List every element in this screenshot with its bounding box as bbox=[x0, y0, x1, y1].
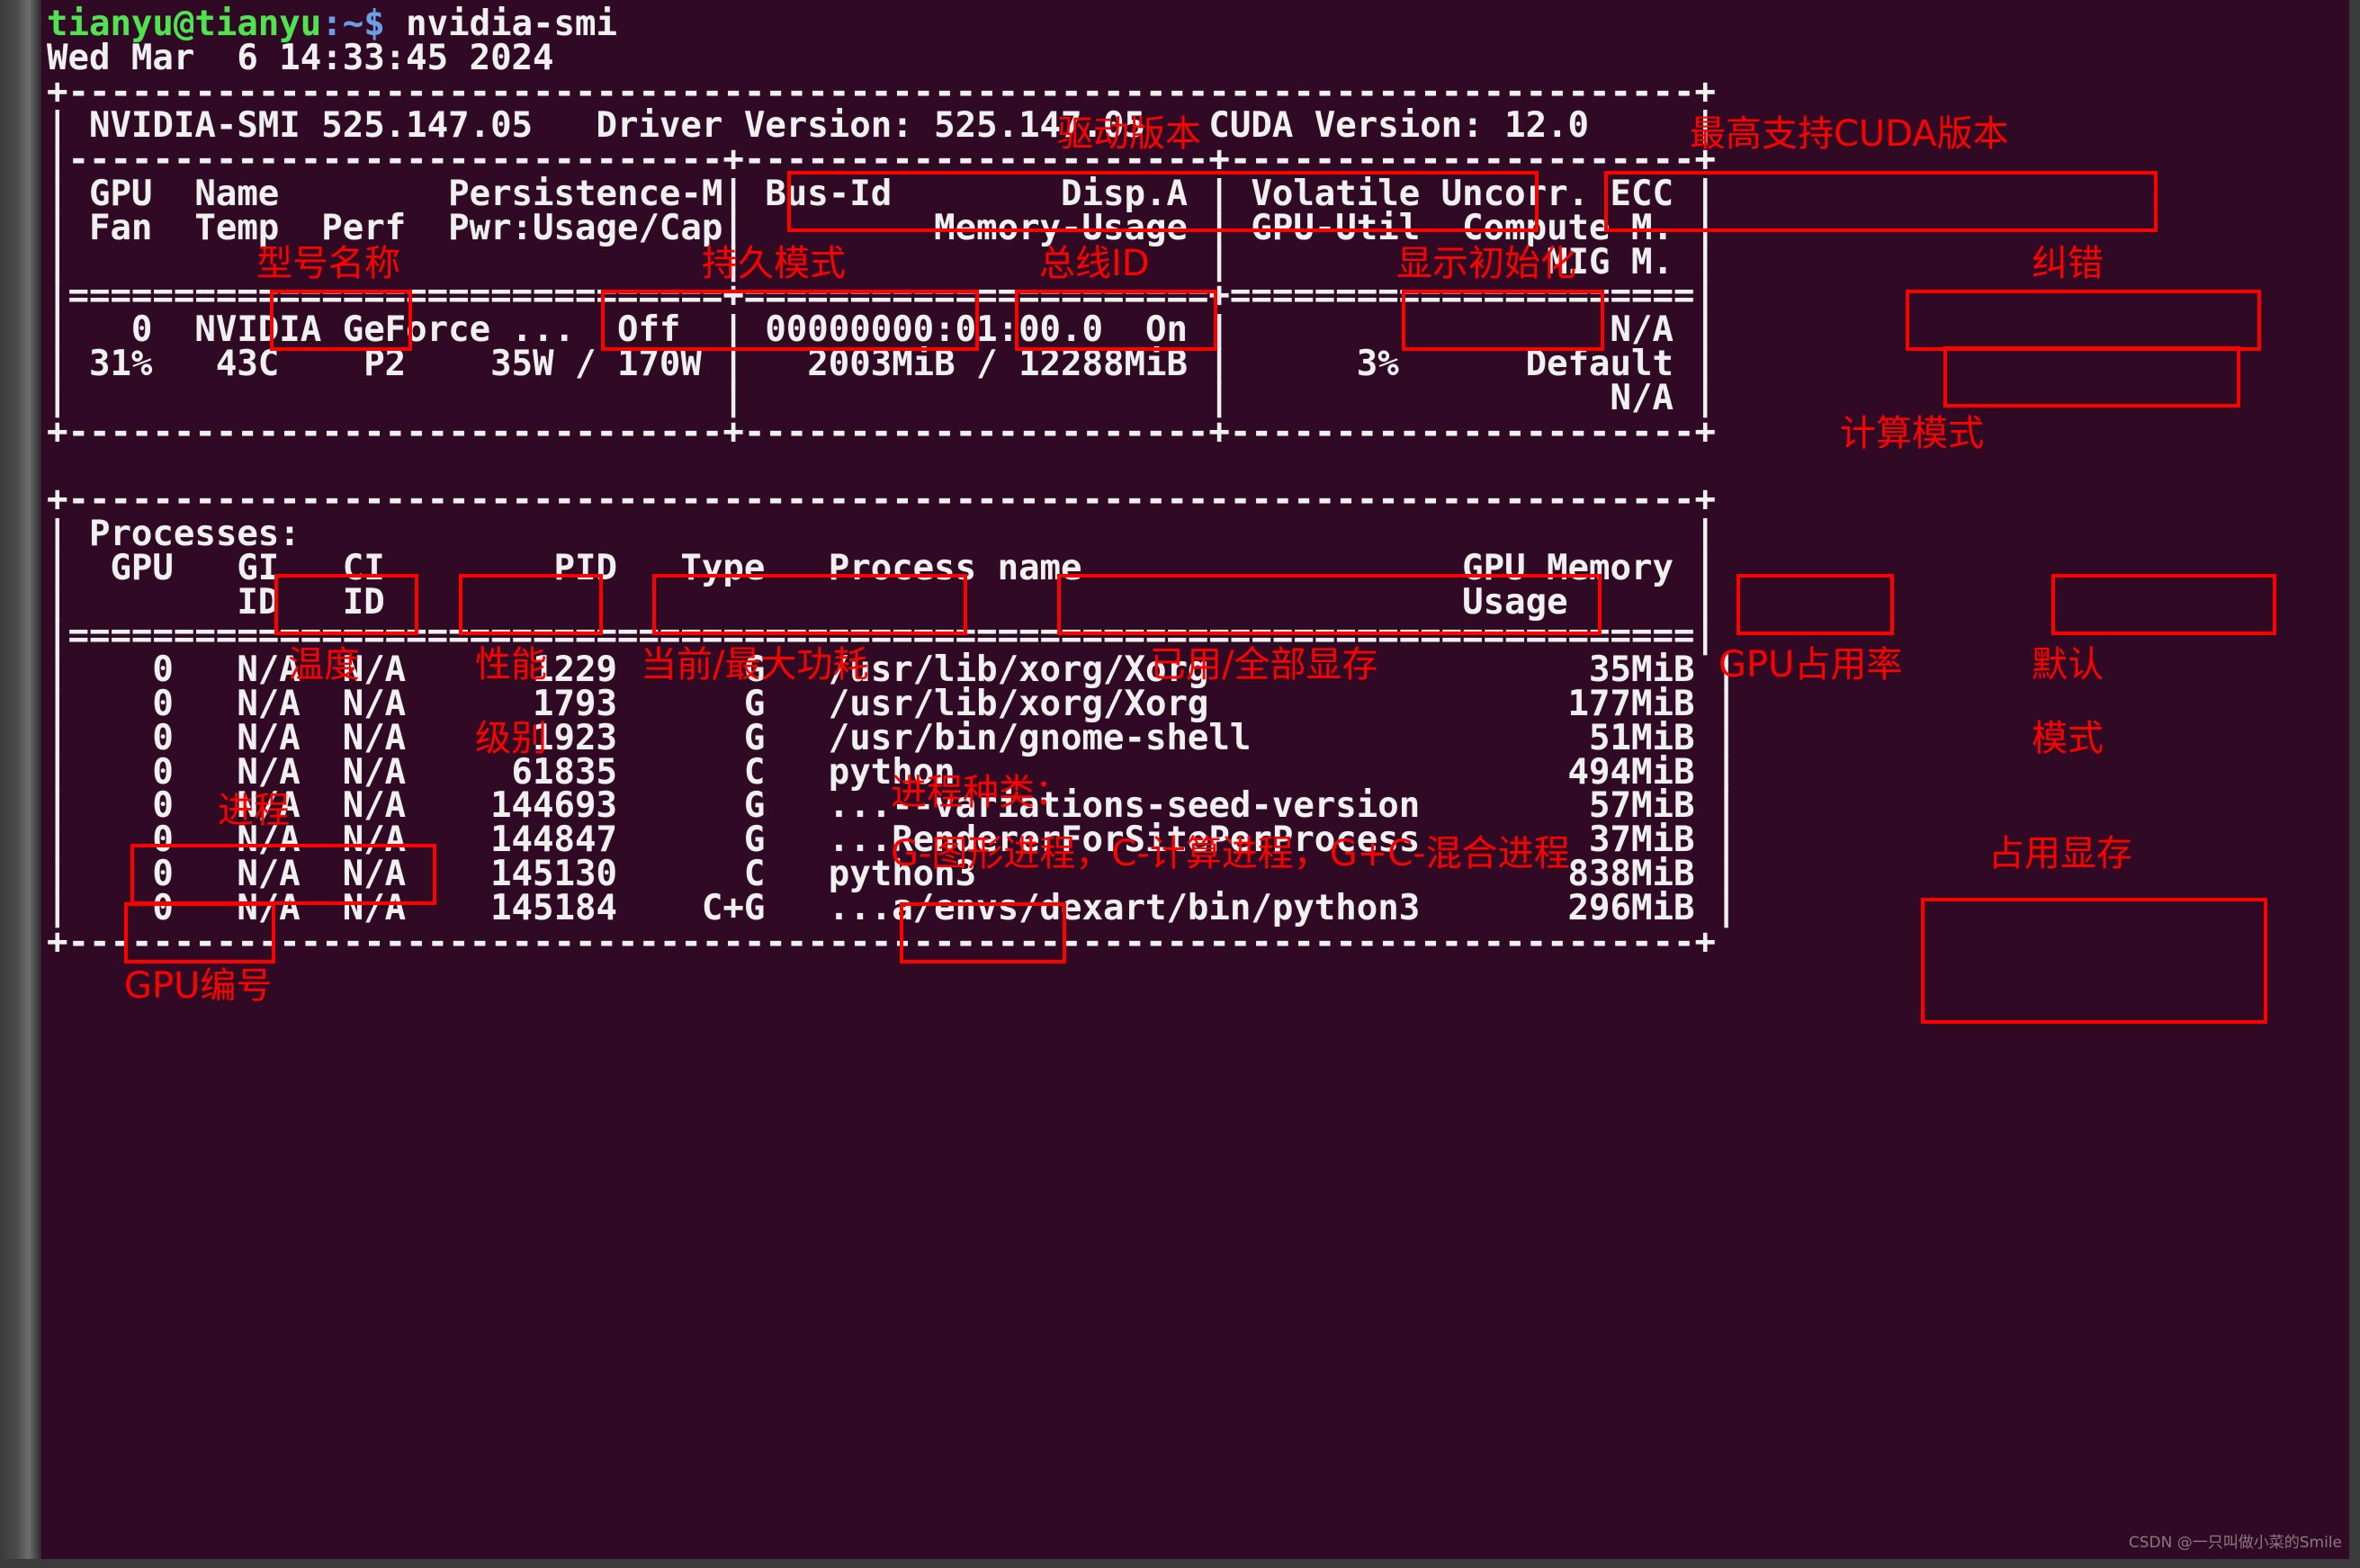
annotation-default-mode-1: 默认 bbox=[2032, 646, 2104, 684]
annotation-temperature: 温度 bbox=[288, 646, 360, 684]
annotation-gpu-index: GPU编号 bbox=[124, 967, 272, 1005]
annotation-memory-used: 已用/全部显存 bbox=[1150, 646, 1377, 684]
annotation-compute-mode: 计算模式 bbox=[1840, 415, 1984, 452]
smi-line-25: +---------------------------------------… bbox=[47, 922, 1716, 963]
annotation-proc-type-title: 进程种类： bbox=[891, 774, 1071, 811]
annotation-persistence: 持久模式 bbox=[702, 245, 846, 282]
annotation-model-name: 型号名称 bbox=[256, 245, 400, 282]
box-gpu-memory-usage bbox=[1921, 898, 2267, 1024]
annotation-perf-level-1: 性能 bbox=[475, 646, 547, 684]
annotation-gpu-util: GPU占用率 bbox=[1718, 646, 1902, 684]
box-uncorr-ecc bbox=[1906, 290, 2261, 351]
window-left-edge bbox=[0, 0, 41, 1568]
annotation-bus-id: 总线ID bbox=[1039, 245, 1150, 282]
box-compute-mode-val bbox=[2051, 574, 2276, 635]
box-util-value bbox=[1736, 574, 1894, 635]
terminal-output[interactable]: tianyu@tianyu:~$ nvidia-smi Wed Mar 6 14… bbox=[47, 7, 1736, 959]
annotation-power-usage: 当前/最大功耗 bbox=[641, 646, 868, 684]
annotation-display-init: 显示初始化 bbox=[1396, 245, 1576, 282]
annotation-memory-occupied: 占用显存 bbox=[1988, 835, 2132, 873]
annotation-process: 进程 bbox=[218, 792, 290, 829]
annotation-driver-version: 驱动版本 bbox=[1057, 115, 1201, 153]
annotation-cuda-version: 最高支持CUDA版本 bbox=[1690, 115, 2009, 153]
box-compute-m bbox=[1943, 346, 2240, 408]
annotation-perf-level-2: 级别 bbox=[475, 720, 547, 757]
window-right-edge bbox=[2349, 0, 2360, 1568]
annotation-proc-type-desc: G-图形进程，C-计算进程，G+C-混合进程 bbox=[891, 835, 1570, 873]
watermark: CSDN @一只叫做小菜的Smile bbox=[2129, 1529, 2342, 1552]
annotation-default-mode-2: 模式 bbox=[2032, 720, 2104, 757]
annotation-error-corr: 纠错 bbox=[2032, 245, 2104, 282]
window-bottom-edge bbox=[0, 1559, 2360, 1568]
terminal-window: tianyu@tianyu:~$ nvidia-smi Wed Mar 6 14… bbox=[0, 0, 2360, 1568]
